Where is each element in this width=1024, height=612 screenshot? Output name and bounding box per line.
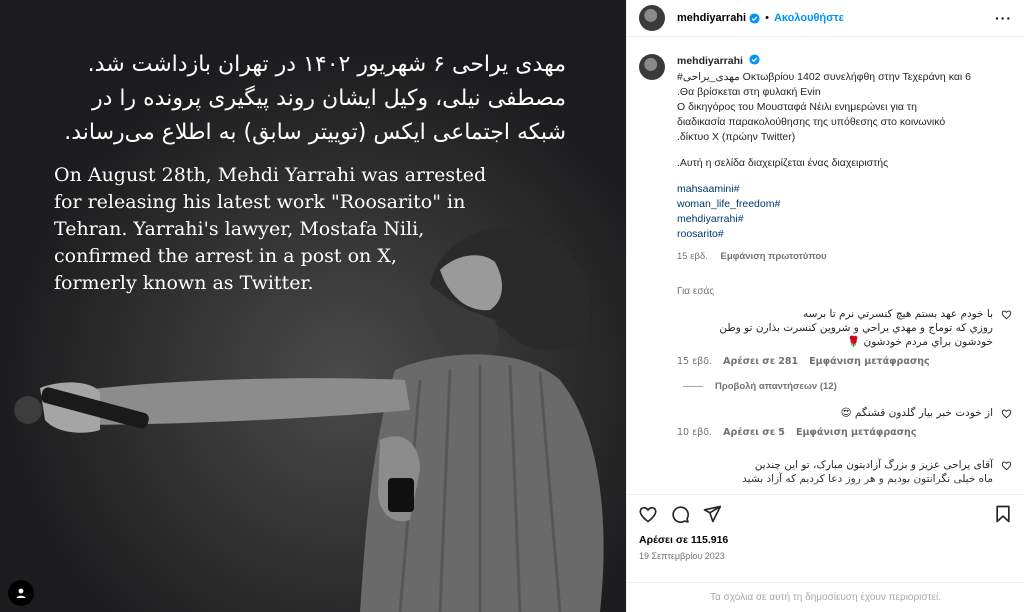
comments-limited-notice: Τα σχόλια σε αυτή τη δημοσίευση έχουν πε… [627, 582, 1024, 612]
like-button[interactable] [637, 503, 659, 525]
heart-icon[interactable] [1001, 309, 1012, 320]
send-icon [703, 505, 722, 522]
hashtag-link[interactable]: mehdiyarrahi# [677, 212, 1012, 227]
verified-badge-icon [749, 54, 760, 65]
persian-line: مهدی یراحی ۶ شهریور ۱۴۰۲ در تهران بازداش… [87, 52, 566, 77]
caption-line: Ο δικηγόρος του Μουσταφά Νέιλι ενημερώνε… [677, 101, 917, 113]
comment-age: 15 εβδ. [677, 356, 713, 367]
post-date: 19 Σεπτεμβρίου 2023 [639, 551, 725, 561]
header-separator: • [765, 12, 769, 24]
comment-age: 10 εβδ. [677, 427, 713, 438]
tagged-users-button[interactable] [8, 580, 34, 606]
comments-scroll-area[interactable]: mehdiyarrahi #مهدی_یراحی Οκτωβρίου 1402 … [627, 38, 1024, 494]
post-details-panel: mehdiyarrahi • Ακολουθήστε ··· mehdiyarr… [626, 0, 1024, 612]
post-header: mehdiyarrahi • Ακολουθήστε ··· [627, 0, 1024, 37]
caption-line: .δίκτυο X (πρώην Twitter) [677, 131, 796, 143]
action-bar [627, 494, 1024, 532]
likes-count[interactable]: Αρέσει σε 115.916 [639, 534, 728, 546]
persian-line: شبکه اجتماعی ایکس (توییتر سابق) به اطلاع… [64, 120, 566, 145]
hashtag-link[interactable]: woman_life_freedom# [677, 197, 1012, 212]
heart-icon [639, 506, 657, 523]
english-caption: On August 28th, Mehdi Yarrahi was arrest… [54, 162, 534, 297]
follow-button[interactable]: Ακολουθήστε [774, 12, 844, 24]
verified-badge-icon [749, 12, 760, 24]
view-replies-label[interactable]: Προβολή απαντήσεων (12) [715, 381, 837, 392]
see-translation-button[interactable]: Εμφάνιση μετάφρασης [796, 427, 917, 438]
comment-body: از خودت خبر بیار گلدون قشنگم 😍 10 εβδ. Α… [677, 406, 993, 440]
caption-avatar[interactable] [639, 54, 665, 80]
comment-body: با خودم عهد بستم هيچ كنسرتي نرم تا برسه … [677, 307, 993, 369]
english-line: formerly known as Twitter. [54, 272, 314, 294]
hashtag-link[interactable]: mahsaamini# [677, 182, 1012, 197]
comment-item: با خودم عهد بستم هيچ كنسرتي نرم تا برسه … [639, 307, 1012, 369]
hashtag-link[interactable]: roosarito# [677, 227, 1012, 242]
comment-button[interactable] [669, 503, 691, 525]
caption-line: .Αυτή η σελίδα διαχειρίζεται ένας διαχει… [677, 157, 889, 169]
heart-icon[interactable] [1001, 460, 1012, 471]
english-line: confirmed the arrest in a post on X, [54, 245, 397, 267]
caption-age: 15 εβδ. [677, 251, 708, 262]
comment-likes[interactable]: Αρέσει σε 281 [723, 356, 798, 367]
view-replies-button[interactable]: Προβολή απαντήσεων (12) [683, 381, 1012, 392]
more-options-button[interactable]: ··· [995, 10, 1012, 26]
comment-text-line: با خودم عهد بستم هيچ كنسرتي نرم تا برسه [803, 308, 993, 320]
persian-line: مصطفی نیلی، وکیل ایشان روند پیگیری پروند… [92, 86, 566, 111]
caption-meta: 15 εβδ. Εμφάνιση πρωτοτύπου [677, 249, 1012, 264]
english-line: Tehran. Yarrahi's lawyer, Mostafa Nili, [54, 218, 425, 240]
comment-likes[interactable]: Αρέσει σε 5 [723, 427, 785, 438]
for-you-label: Για εσάς [677, 286, 715, 297]
english-line: for releasing his latest work "Roosarito… [54, 191, 466, 213]
comment-meta: 15 εβδ. Αρέσει σε 281 Εμφάνιση μετάφραση… [677, 355, 993, 369]
user-icon [16, 588, 26, 598]
persian-caption: مهدی یراحی ۶ شهریور ۱۴۰۲ در تهران بازداش… [46, 48, 566, 150]
see-original-button[interactable]: Εμφάνιση πρωτοτύπου [720, 251, 826, 262]
caption-username[interactable]: mehdiyarrahi [677, 54, 1012, 69]
bookmark-icon [996, 505, 1010, 522]
caption-line: διαδικασία παρακολούθησης της υπόθεσης σ… [677, 116, 946, 128]
caption-block: mehdiyarrahi #مهدی_یراحی Οκτωβρίου 1402 … [639, 54, 1012, 264]
english-line: On August 28th, Mehdi Yarrahi was arrest… [54, 164, 487, 186]
heart-icon[interactable] [1001, 408, 1012, 419]
caption-line: .Θα βρίσκεται στη φυλακή Evin [677, 86, 821, 98]
scroll-fade [627, 480, 1024, 494]
replies-divider [683, 386, 703, 387]
comment-text-line: آقای یراحی عزیز و بزرگ آزادیتون مبارک، ت… [754, 459, 993, 471]
see-translation-button[interactable]: Εμφάνιση μετάφρασης [809, 356, 930, 367]
caption-username-text[interactable]: mehdiyarrahi [677, 55, 743, 67]
comment-icon [672, 505, 690, 523]
comment-text-line: روزي كه توماج و مهدي يراحي و شروين كنسرت… [719, 322, 993, 334]
comment-text-line: از خودت خبر بیار گلدون قشنگم 😍 [840, 407, 993, 419]
post-media[interactable]: مهدی یراحی ۶ شهریور ۱۴۰۲ در تهران بازداش… [0, 0, 626, 612]
caption-line: #مهدی_یراحی Οκτωβρίου 1402 συνελήφθη στη… [677, 71, 971, 83]
caption-body: mehdiyarrahi #مهدی_یراحی Οκτωβρίου 1402 … [677, 54, 1012, 264]
header-username[interactable]: mehdiyarrahi [677, 12, 746, 24]
comment-item: از خودت خبر بیار گلدون قشنگم 😍 10 εβδ. Α… [639, 406, 1012, 440]
comment-meta: 10 εβδ. Αρέσει σε 5 Εμφάνιση μετάφρασης [677, 426, 993, 440]
avatar[interactable] [639, 5, 665, 31]
comment-text-line: خودشون براي مردم خودشون 🌹 [847, 336, 993, 348]
share-button[interactable] [701, 503, 723, 525]
save-button[interactable] [992, 503, 1014, 525]
